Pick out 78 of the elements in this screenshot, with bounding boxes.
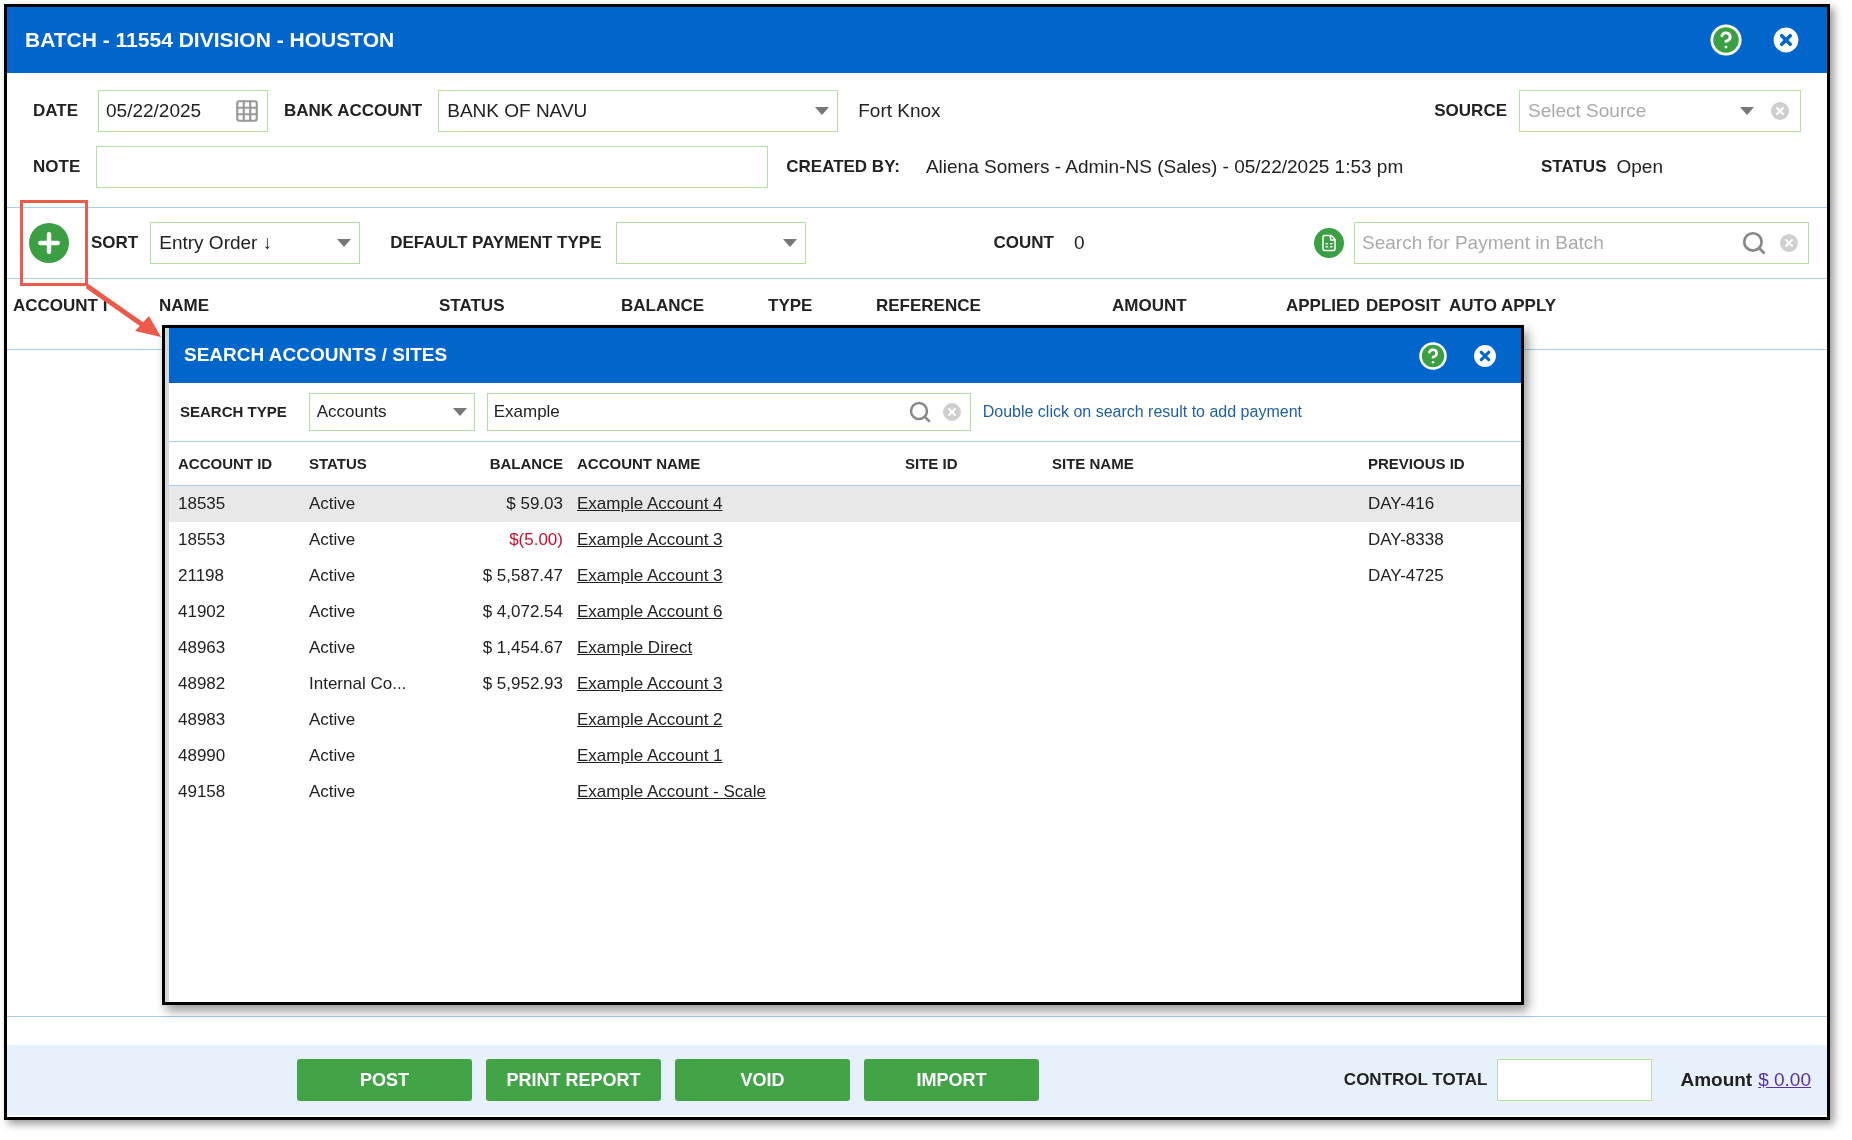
account-name-link[interactable]: Example Account 4 — [577, 494, 723, 514]
result-row[interactable]: 18535 Active $ 59.03 Example Account 4 DAY-416 — [169, 486, 1521, 522]
column-header: DEPOSIT — [1366, 296, 1441, 316]
column-header: APPLIED — [1286, 296, 1360, 316]
table-cell: Active — [309, 602, 356, 622]
search-type-label: SEARCH TYPE — [180, 401, 287, 422]
account-name-link[interactable]: Example Account 2 — [577, 710, 723, 730]
table-cell: $ 1,454.67 — [482, 638, 563, 658]
table-cell: 49158 — [178, 782, 226, 802]
table-cell: DAY-8338 — [1368, 530, 1444, 550]
search-type-select[interactable]: Accounts — [308, 393, 475, 431]
account-name-link[interactable]: Example Account 3 — [577, 674, 723, 694]
account-name-link[interactable]: Example Account 1 — [577, 746, 723, 766]
account-name-link[interactable]: Example Account 6 — [577, 602, 723, 622]
count-label: COUNT — [993, 232, 1054, 255]
default-payment-type-label: DEFAULT PAYMENT TYPE — [390, 232, 602, 255]
table-cell: $ 5,952.93 — [482, 674, 563, 694]
table-cell: DAY-4725 — [1368, 566, 1444, 586]
note-label: NOTE — [33, 156, 81, 179]
table-cell: Active — [309, 530, 356, 550]
bank-account-label: BANK ACCOUNT — [284, 100, 423, 123]
table-cell: $(5.00) — [509, 530, 563, 550]
column-header: ACCOUNT NAME — [577, 454, 701, 472]
account-name-link[interactable]: Example Direct — [577, 638, 693, 658]
window-title: BATCH - 11554 DIVISION - HOUSTON — [25, 27, 395, 54]
bank-name: Fort Knox — [858, 98, 941, 123]
column-header: BALANCE — [489, 454, 563, 472]
table-cell: DAY-416 — [1368, 494, 1435, 514]
column-header: SITE ID — [905, 454, 958, 472]
control-total-label: CONTROL TOTAL — [1343, 1069, 1488, 1092]
table-cell: Active — [309, 638, 356, 658]
column-header: SITE NAME — [1052, 454, 1134, 472]
bank-account-select[interactable]: BANK OF NAVU — [438, 90, 839, 132]
column-header: ACCOUNT ID — [178, 454, 273, 472]
table-cell: Internal Co... — [309, 674, 407, 694]
status-label: STATUS — [1541, 156, 1607, 179]
table-cell: $ 4,072.54 — [482, 602, 563, 622]
column-header: BALANCE — [621, 296, 705, 316]
dialog-title: SEARCH ACCOUNTS / SITES — [184, 343, 448, 368]
amount-label: Amount — [1680, 1067, 1753, 1092]
status-value: Open — [1616, 154, 1663, 179]
column-header: STATUS — [439, 296, 505, 316]
sort-label: SORT — [91, 232, 139, 255]
column-header: NAME — [159, 296, 210, 316]
table-cell: 18535 — [178, 494, 226, 514]
account-search-field[interactable]: Example — [486, 393, 971, 431]
amount-link[interactable]: $ 0.00 — [1758, 1065, 1811, 1095]
created-by-value: Aliena Somers - Admin-NS (Sales) - 05/22/2025 1:53 pm — [925, 154, 1404, 179]
table-cell: Active — [309, 566, 356, 586]
table-cell: 18553 — [178, 530, 226, 550]
hint-text: Double click on search result to add payment — [982, 402, 1302, 422]
table-cell: 48963 — [178, 638, 226, 658]
count-value: 0 — [1073, 230, 1085, 255]
sort-select[interactable]: Entry Order ↓ — [150, 222, 361, 264]
column-header: PREVIOUS ID — [1368, 454, 1465, 472]
table-cell: 48983 — [178, 710, 226, 730]
table-cell: 48982 — [178, 674, 226, 694]
source-label: SOURCE — [1434, 100, 1507, 123]
account-name-link[interactable]: Example Account - Scale — [577, 782, 766, 802]
date-label: DATE — [33, 100, 78, 123]
table-cell: 21198 — [178, 566, 224, 586]
table-cell: 41902 — [178, 602, 226, 622]
table-cell: $ 5,587.47 — [482, 566, 563, 586]
table-cell: Active — [309, 494, 356, 514]
date-field[interactable]: 05/22/2025 — [98, 90, 268, 132]
table-cell: Active — [309, 746, 356, 766]
account-name-link[interactable]: Example Account 3 — [577, 566, 723, 586]
column-header: TYPE — [768, 296, 813, 316]
column-header: AUTO APPLY — [1449, 296, 1557, 316]
account-name-link[interactable]: Example Account 3 — [577, 530, 723, 550]
column-header: AMOUNT — [1112, 296, 1187, 316]
table-cell: 48990 — [178, 746, 226, 766]
created-by-label: CREATED BY: — [786, 156, 900, 179]
table-cell: $ 59.03 — [506, 494, 563, 514]
table-cell: Active — [309, 710, 356, 730]
column-header: REFERENCE — [876, 296, 981, 316]
column-header: STATUS — [309, 454, 367, 472]
table-cell: Active — [309, 782, 356, 802]
